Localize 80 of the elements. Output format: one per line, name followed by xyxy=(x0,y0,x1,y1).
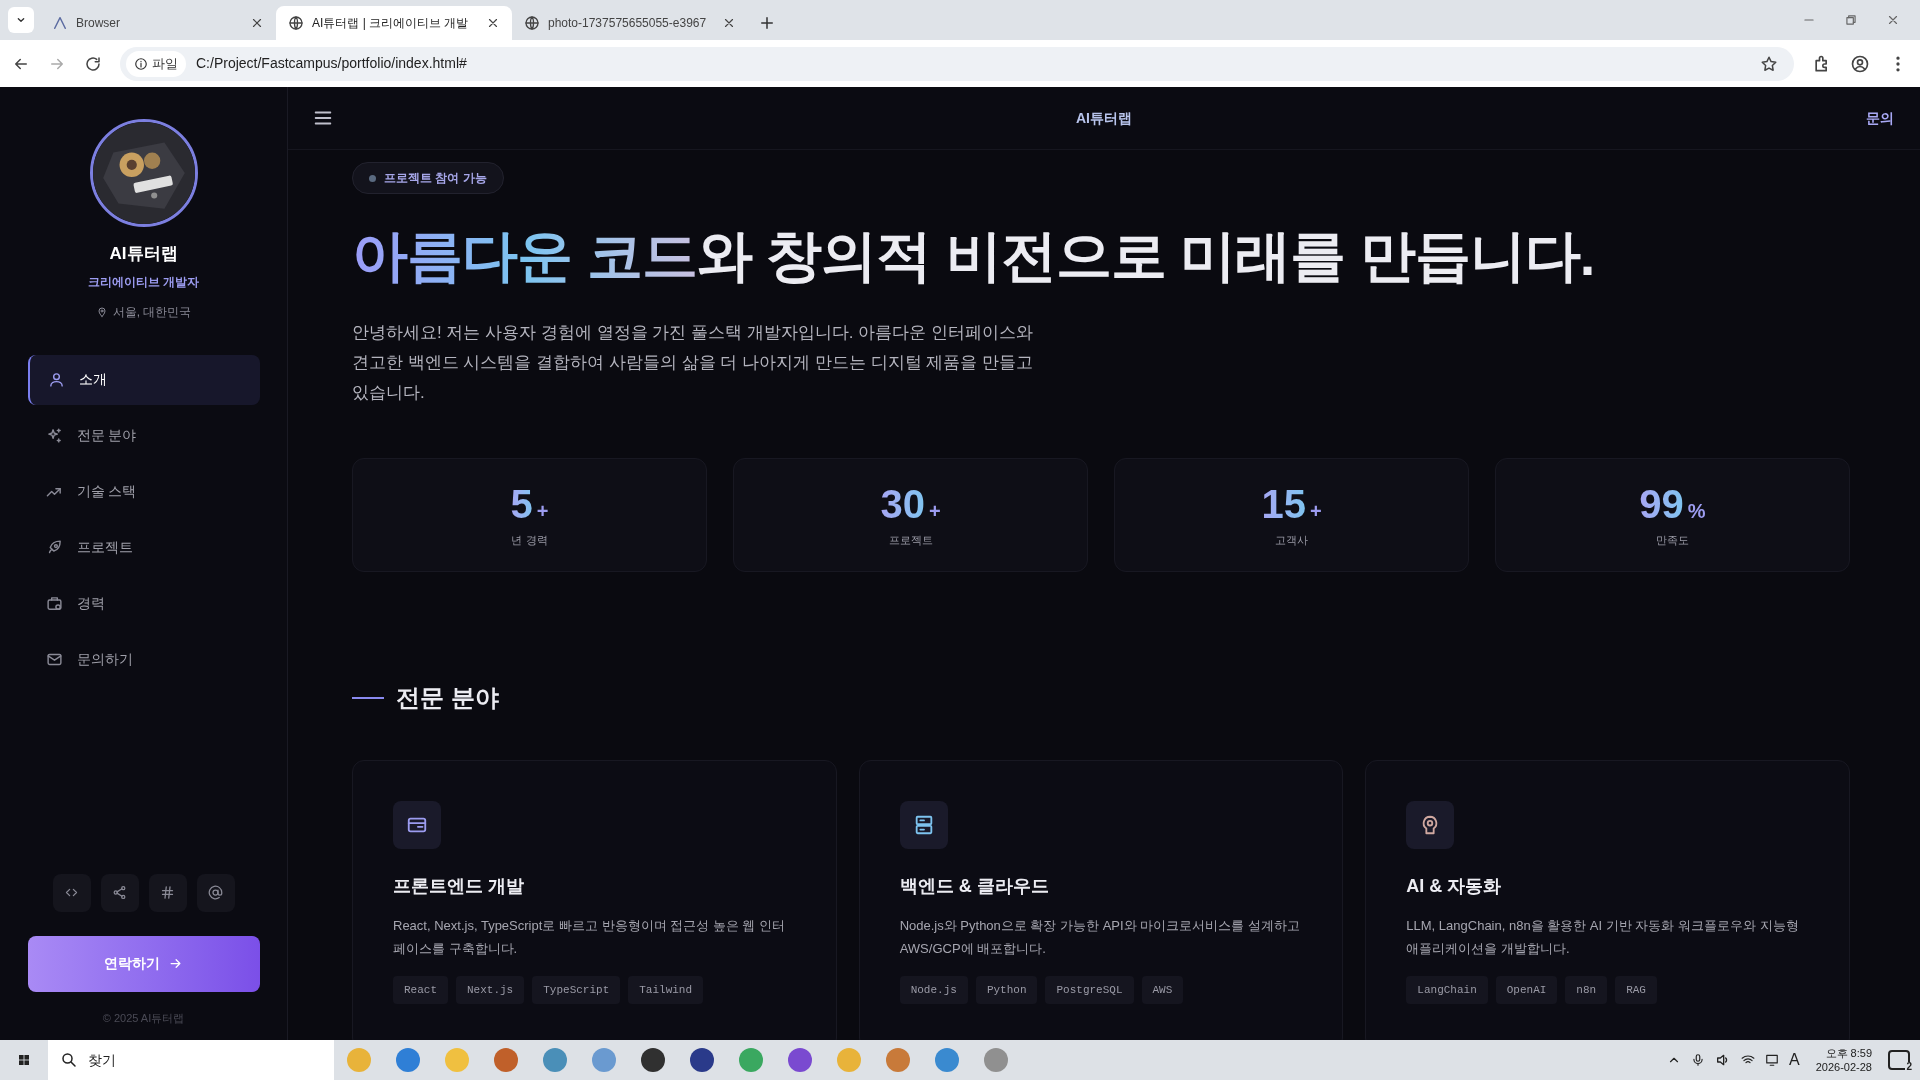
close-icon[interactable] xyxy=(1886,13,1900,27)
tech-tag: Python xyxy=(975,976,1038,1004)
profile-location: 서울, 대한민국 xyxy=(112,303,192,321)
social-button[interactable] xyxy=(100,873,139,912)
tech-tag: Node.js xyxy=(899,976,968,1004)
browser-tab[interactable]: photo-1737575655055-e3967 xyxy=(512,6,748,40)
microphone-icon[interactable] xyxy=(1691,1053,1706,1067)
stat-label: 고객사 xyxy=(1275,532,1308,548)
input-method-indicator[interactable]: A xyxy=(1789,1048,1800,1072)
globe-icon xyxy=(524,15,540,31)
mail-icon xyxy=(45,651,63,668)
stat-label: 만족도 xyxy=(1656,532,1689,548)
intro-paragraph: 안녕하세요! 저는 사용자 경험에 열정을 가진 풀스택 개발자입니다. 아름다운 인터페이스와 견고한 백엔드 시스템을 결합하여 사람들의 삶을 더 나아지게 만드는 디지털 제품을 만들고 있습니다. xyxy=(352,322,1034,404)
stat-suffix: + xyxy=(536,498,549,524)
social-button[interactable] xyxy=(196,873,235,912)
taskbar-search[interactable]: 찾기 xyxy=(48,1040,334,1080)
display-icon[interactable] xyxy=(1765,1053,1780,1067)
card-title: 프론트엔드 개발 xyxy=(393,875,525,898)
tech-tag: Next.js xyxy=(456,976,525,1004)
location-pin-icon xyxy=(95,305,108,318)
profile-role: 크리에이티브 개발자 xyxy=(87,273,200,291)
tech-tag: n8n xyxy=(1565,976,1608,1004)
globe-icon xyxy=(288,15,304,31)
logo-icon xyxy=(52,15,68,31)
close-icon[interactable] xyxy=(250,16,264,30)
stat-label: 프로젝트 xyxy=(888,532,933,548)
card-description: LLM, LangChain, n8n을 활용한 AI 기반 자동화 워크플로우와 지능형 애플리케이션을 개발합니다. xyxy=(1406,917,1800,958)
profile-icon[interactable] xyxy=(1850,53,1870,74)
tech-tag: OpenAI xyxy=(1495,976,1558,1004)
star-icon[interactable] xyxy=(1760,54,1778,73)
share-icon xyxy=(112,885,127,900)
clock[interactable]: 오후 8:59 2026-02-28 xyxy=(1809,1046,1878,1074)
restore-icon[interactable] xyxy=(1844,13,1858,27)
profile-name: AI튜터랩 xyxy=(109,243,178,265)
header-title: AI튜터랩 xyxy=(1076,108,1132,128)
at-icon xyxy=(208,885,223,900)
card-title: 백엔드 & 클라우드 xyxy=(899,875,1050,898)
close-icon[interactable] xyxy=(722,16,736,30)
arrow-right-icon xyxy=(168,956,183,971)
nav-item[interactable]: 전문 분야 xyxy=(27,410,260,461)
social-button[interactable] xyxy=(148,873,187,912)
hash-icon xyxy=(160,885,175,900)
stat-label: 년 경력 xyxy=(511,532,548,548)
tech-tag: React xyxy=(393,976,448,1004)
copyright-text: © 2025 AI튜터랩 xyxy=(102,1010,185,1026)
availability-badge: 프로젝트 참여 가능 xyxy=(352,162,504,194)
tech-tag: RAG xyxy=(1615,976,1657,1004)
stat-suffix: % xyxy=(1687,498,1706,524)
tech-tag: Tailwind xyxy=(628,976,704,1004)
card-description: React, Next.js, TypeScript로 빠르고 반응형이며 접근성 높은 웹 인터페이스를 구축합니다. xyxy=(393,917,786,958)
address-bar[interactable]: 파일 C:/Project/Fastcampus/portfolio/index.html# xyxy=(120,46,1794,81)
stat-suffix: + xyxy=(928,498,941,524)
card-description: Node.js와 Python으로 확장 가능한 API와 마이크로서비스를 설계하고 AWS/GCP에 배포합니다. xyxy=(899,917,1301,958)
nav-item[interactable]: 프로젝트 xyxy=(27,522,260,573)
briefcase-icon xyxy=(45,595,63,612)
browser-tab[interactable]: Browser xyxy=(40,6,276,40)
new-tab-icon[interactable] xyxy=(758,14,776,32)
nav-item[interactable]: 경력 xyxy=(27,578,260,629)
tech-tag: TypeScript xyxy=(532,976,621,1004)
site-info-chip[interactable]: 파일 xyxy=(126,50,186,77)
tech-tag: LangChain xyxy=(1406,976,1488,1004)
contact-button[interactable]: 연락하기 xyxy=(27,935,260,992)
nav-item[interactable]: 기술 스택 xyxy=(27,466,260,517)
tech-tag: AWS xyxy=(1141,976,1184,1004)
nav-item[interactable]: 소개 xyxy=(27,354,260,405)
contact-link[interactable]: 문의 xyxy=(1866,107,1896,129)
hero-heading: 아름다운 코드와 창의적 비전으로 미래를 만듭니다. xyxy=(352,223,1596,289)
tech-tag: PostgreSQL xyxy=(1045,976,1134,1004)
user-icon xyxy=(47,371,65,388)
stat-suffix: + xyxy=(1309,498,1322,524)
sparkle-icon xyxy=(45,427,63,444)
card-title: AI & 자동화 xyxy=(1406,875,1503,898)
nav-item[interactable]: 문의하기 xyxy=(27,634,260,685)
search-icon xyxy=(60,1051,78,1069)
info-icon xyxy=(134,56,148,71)
close-icon[interactable] xyxy=(486,16,500,30)
notification-button[interactable]: 2 xyxy=(1888,1050,1910,1070)
browser-tab[interactable]: AI튜터랩 | 크리에이티브 개발 xyxy=(276,6,512,40)
reload-icon[interactable] xyxy=(84,54,102,73)
section-title: 전문 분야 xyxy=(396,683,499,713)
